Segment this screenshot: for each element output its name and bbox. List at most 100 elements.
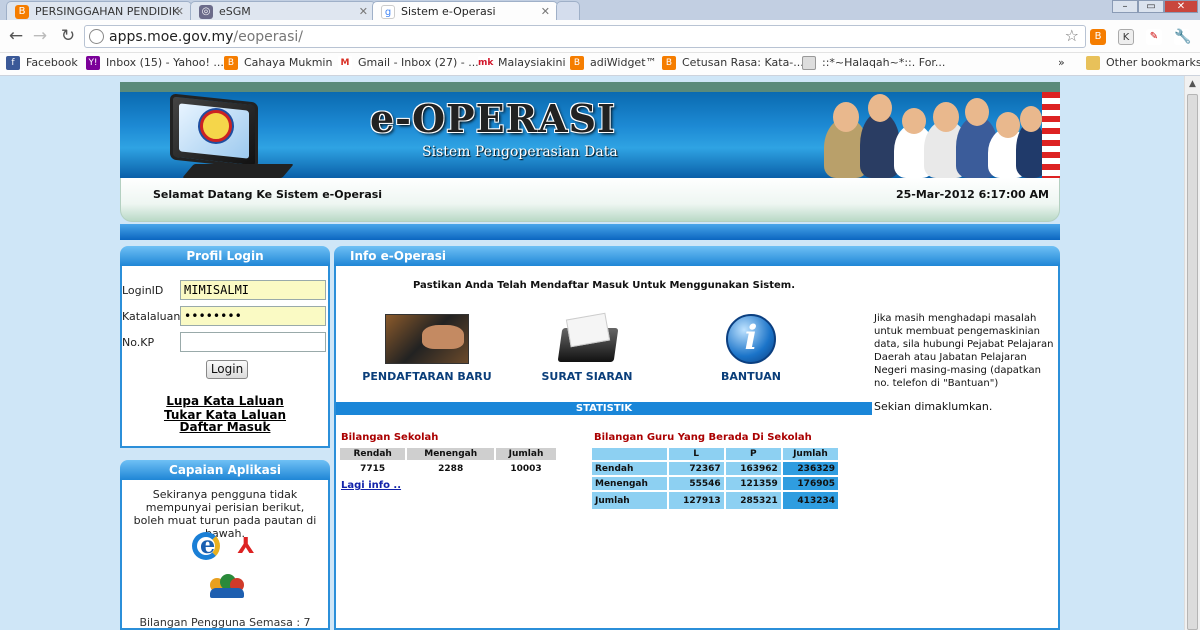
table-cell: 2288	[438, 463, 464, 474]
bookmark-halaqah[interactable]: ::*~Halaqah~*::. For...	[802, 56, 945, 70]
blogger-icon: B	[224, 56, 238, 70]
browser-toolbar: ← → ↻ apps.moe.gov.my/eoperasi/ ☆ B K ✎ …	[0, 20, 1200, 53]
capaian-panel-title: Capaian Aplikasi	[120, 460, 330, 480]
google-icon: g	[381, 5, 395, 19]
tab-persinggahan[interactable]: B PERSINGGAHAN PENDIDIK ✕	[6, 1, 192, 20]
keyboard-icon	[182, 164, 294, 178]
row-label: Rendah	[592, 462, 667, 475]
users-icon	[210, 574, 244, 598]
table-cell: 121359	[725, 477, 781, 490]
table-cell: 127913	[668, 492, 724, 509]
row-label: Menengah	[592, 477, 667, 490]
register-link[interactable]: Daftar Masuk	[122, 420, 328, 434]
ticket-extension-icon[interactable]: ✎	[1146, 29, 1162, 45]
loginid-input[interactable]: MIMISALMI	[180, 280, 326, 300]
tab-label: PERSINGGAHAN PENDIDIK	[35, 5, 180, 18]
help-note-text: Jika masih menghadapi masalah untuk memb…	[874, 313, 1054, 389]
table-row: Menengah 55546 121359 176905	[592, 477, 838, 490]
scroll-up-icon[interactable]: ▲	[1187, 79, 1198, 89]
tab-strip: B PERSINGGAHAN PENDIDIK ✕ ◎ eSGM ✕ g Sis…	[0, 0, 1200, 21]
malaysiakini-icon: mk	[478, 56, 494, 70]
globe-icon: ◎	[199, 5, 213, 19]
bookmarks-overflow[interactable]: »	[1058, 56, 1065, 69]
column-header: Menengah	[407, 448, 495, 460]
maximize-button[interactable]: ▭	[1138, 0, 1164, 13]
loginid-label: LoginID	[122, 284, 164, 297]
address-bar[interactable]: apps.moe.gov.my/eoperasi/ ☆	[84, 25, 1086, 48]
bookmark-adiwidget[interactable]: BadiWidget™	[570, 56, 657, 70]
menu-label: SURAT SIARAN	[541, 370, 633, 383]
blogger-icon: B	[570, 56, 584, 70]
scroll-thumb[interactable]	[1187, 94, 1198, 630]
table-cell: 7715	[360, 463, 386, 474]
yahoo-icon: Y!	[86, 56, 100, 70]
login-panel-title: Profil Login	[120, 246, 330, 266]
adobe-reader-icon[interactable]: ⅄	[232, 534, 260, 560]
folder-icon	[1086, 56, 1100, 70]
tab-label: Sistem e-Operasi	[401, 5, 496, 18]
table-row: Jumlah 127913 285321 413234	[592, 492, 838, 509]
statistik-title: STATISTIK	[336, 402, 872, 415]
table-cell: 10003	[510, 463, 542, 474]
page-viewport: e-OPERASI Sistem Pengoperasian Data Sela…	[0, 76, 1184, 630]
tab-sistem-eoperasi[interactable]: g Sistem e-Operasi ✕	[372, 1, 558, 21]
minimize-button[interactable]: –	[1112, 0, 1138, 13]
nokp-label: No.KP	[122, 336, 155, 349]
bantuan-link[interactable]: BANTUAN	[706, 314, 796, 383]
guru-table: L P Jumlah Rendah 72367 163962 236329 Me…	[590, 446, 840, 511]
table-row: Rendah 72367 163962 236329	[592, 462, 838, 475]
browser-chrome: B PERSINGGAHAN PENDIDIK ✕ ◎ eSGM ✕ g Sis…	[0, 0, 1200, 76]
tab-esgm[interactable]: ◎ eSGM ✕	[190, 1, 376, 20]
table-cell: 413234	[782, 492, 838, 509]
bookmark-yahoo[interactable]: Y! Inbox (15) - Yahoo! ...	[86, 56, 224, 70]
blogger-icon: B	[662, 56, 676, 70]
menu-label: PENDAFTARAN BARU	[362, 370, 492, 383]
bookmark-cahaya-mukmin[interactable]: B Cahaya Mukmin	[224, 56, 332, 70]
login-panel: LoginID MIMISALMI Katalaluan •••••••• No…	[120, 266, 330, 448]
guru-title: Bilangan Guru Yang Berada Di Sekolah	[594, 432, 812, 443]
bookmark-malaysiakini[interactable]: mk Malaysiakini	[478, 56, 566, 70]
bookmark-facebook[interactable]: f Facebook	[6, 56, 78, 70]
reload-icon[interactable]: ↻	[58, 26, 78, 46]
close-tab-icon[interactable]: ✕	[359, 5, 368, 18]
k-extension-icon[interactable]: K	[1118, 29, 1134, 45]
sekolah-table: Rendah Menengah Jumlah 7715 2288 10003	[338, 446, 558, 477]
page-scrollbar[interactable]: ▲	[1184, 76, 1200, 630]
forgot-password-link[interactable]: Lupa Kata Laluan	[122, 394, 328, 408]
page-icon	[802, 56, 816, 70]
welcome-bar: Selamat Datang Ke Sistem e-Operasi 25-Ma…	[120, 178, 1060, 222]
close-tab-icon[interactable]: ✕	[541, 5, 550, 18]
column-header: P	[725, 448, 781, 460]
table-cell: 236329	[782, 462, 838, 475]
close-tab-icon[interactable]: ✕	[175, 5, 184, 18]
site-subtitle: Sistem Pengoperasian Data	[422, 144, 618, 160]
url-text[interactable]: apps.moe.gov.my/eoperasi/	[109, 29, 303, 45]
surat-siaran-link[interactable]: SURAT SIARAN	[532, 312, 642, 383]
other-bookmarks[interactable]: Other bookmarks	[1086, 56, 1200, 70]
login-button[interactable]: Login	[206, 360, 248, 379]
typing-photo-icon	[385, 314, 469, 364]
closing-text: Sekian dimaklumkan.	[874, 400, 993, 413]
nokp-input[interactable]	[180, 332, 326, 352]
internet-explorer-icon[interactable]	[192, 530, 220, 560]
forward-icon[interactable]: →	[30, 26, 50, 46]
row-label: Jumlah	[592, 492, 667, 509]
column-header	[592, 448, 667, 460]
nav-strip	[120, 224, 1060, 240]
wrench-icon[interactable]: 🔧	[1174, 29, 1191, 45]
malaysia-flag	[1042, 92, 1060, 178]
password-label: Katalaluan	[122, 310, 181, 323]
bookmark-cetusan-rasa[interactable]: B Cetusan Rasa: Kata-...	[662, 56, 804, 70]
table-row: 7715 2288 10003	[340, 462, 556, 475]
close-window-button[interactable]: ✕	[1164, 0, 1198, 13]
bookmark-gmail[interactable]: M Gmail - Inbox (27) - ...	[338, 56, 479, 70]
back-icon[interactable]: ←	[6, 26, 26, 46]
gmail-icon: M	[338, 56, 352, 70]
tab-label: eSGM	[219, 5, 251, 18]
more-info-link[interactable]: Lagi info ..	[341, 480, 401, 491]
password-input[interactable]: ••••••••	[180, 306, 326, 326]
blogger-extension-icon[interactable]: B	[1090, 29, 1106, 45]
pendaftaran-baru-link[interactable]: PENDAFTARAN BARU	[362, 314, 492, 383]
new-tab-button[interactable]	[556, 1, 580, 20]
bookmark-star-icon[interactable]: ☆	[1065, 26, 1079, 45]
